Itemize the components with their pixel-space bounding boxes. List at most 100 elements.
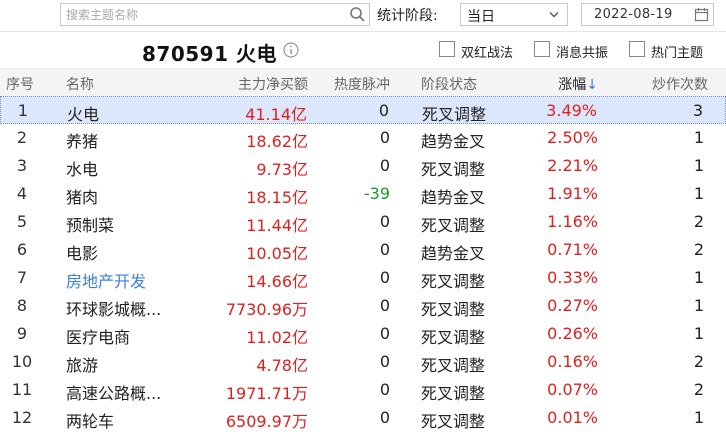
row-heat: -39 (363, 184, 390, 203)
row-name[interactable]: 电影 (66, 240, 98, 264)
row-stage: 死叉调整 (422, 105, 487, 124)
row-count: 1 (693, 156, 704, 175)
row-count: 1 (693, 296, 704, 315)
row-pct: 3.49% (546, 101, 597, 120)
table-row[interactable]: 6 电影 10.05亿 0 趋势金叉 0.71% 2 (0, 236, 726, 264)
row-index: 12 (11, 408, 33, 427)
table-row[interactable]: 5 预制菜 11.44亿 0 死叉调整 1.16% 2 (0, 208, 726, 236)
date-value: 2022-08-19 (594, 7, 673, 22)
header-amount[interactable]: 主力净买额 (238, 74, 308, 94)
row-amount: 18.62亿 (246, 132, 308, 151)
row-count: 2 (693, 212, 704, 231)
row-count: 1 (693, 268, 704, 287)
theme-title-bar: 870591 火电 双红战法 消息共振 热门主题 (0, 32, 726, 68)
row-count: 1 (693, 184, 704, 203)
header-heat[interactable]: 热度脉冲 (334, 74, 390, 94)
table-row[interactable]: 7 房地产开发 14.66亿 0 死叉调整 0.33% 1 (0, 264, 726, 292)
table-row[interactable]: 3 水电 9.73亿 0 死叉调整 2.21% 1 (0, 152, 726, 180)
row-index: 1 (17, 101, 29, 120)
table-row[interactable]: 12 两轮车 6509.97万 0 死叉调整 0.01% 1 (0, 404, 726, 432)
row-amount: 41.14亿 (245, 105, 307, 124)
row-pct: 2.21% (547, 156, 598, 175)
row-amount: 10.05亿 (246, 244, 308, 263)
row-amount: 6509.97万 (225, 412, 308, 431)
stage-select[interactable]: 当日 (460, 3, 568, 26)
row-index: 5 (16, 212, 28, 231)
row-amount: 11.44亿 (246, 216, 308, 235)
row-name[interactable]: 高速公路概... (66, 380, 161, 404)
row-pct: 0.07% (547, 380, 598, 399)
toolbar: 统计阶段: 当日 2022-08-19 (0, 0, 726, 32)
row-heat: 0 (379, 352, 390, 371)
row-stage: 死叉调整 (421, 412, 486, 431)
row-name[interactable]: 预制菜 (66, 212, 114, 236)
row-stage: 死叉调整 (421, 328, 486, 347)
row-name[interactable]: 猪肉 (66, 184, 98, 208)
row-count: 1 (693, 128, 704, 147)
row-stage: 死叉调整 (421, 272, 486, 291)
table-row[interactable]: 11 高速公路概... 1971.71万 0 死叉调整 0.07% 2 (0, 376, 726, 404)
table-row[interactable]: 4 猪肉 18.15亿 -39 趋势金叉 1.91% 1 (0, 180, 726, 208)
row-amount: 11.02亿 (246, 328, 308, 347)
header-count[interactable]: 炒作次数 (652, 74, 708, 94)
row-stage: 死叉调整 (421, 216, 486, 235)
row-name[interactable]: 养猪 (66, 128, 98, 152)
row-stage: 死叉调整 (421, 356, 486, 375)
row-name[interactable]: 房地产开发 (66, 268, 146, 292)
row-heat: 0 (379, 212, 390, 231)
row-pct: 2.50% (547, 128, 598, 147)
row-heat: 0 (379, 296, 390, 315)
theme-title: 870591 火电 (142, 42, 277, 66)
row-count: 2 (693, 380, 704, 399)
row-heat: 0 (379, 324, 390, 343)
header-pct[interactable]: 涨幅↓ (558, 74, 598, 94)
row-name[interactable]: 两轮车 (66, 408, 114, 432)
row-pct: 1.16% (547, 212, 598, 231)
row-name[interactable]: 医疗电商 (66, 324, 130, 348)
table-row[interactable]: 8 环球影城概... 7730.96万 0 死叉调整 0.27% 1 (0, 292, 726, 320)
row-name[interactable]: 旅游 (66, 352, 98, 376)
checkbox-box[interactable] (439, 41, 455, 57)
row-name[interactable]: 水电 (66, 156, 98, 180)
row-amount: 1971.71万 (225, 384, 308, 403)
row-index: 6 (16, 240, 28, 259)
row-name[interactable]: 火电 (67, 101, 99, 125)
table-row[interactable]: 1 火电 41.14亿 0 死叉调整 3.49% 3 (0, 96, 726, 124)
search-input[interactable] (61, 4, 341, 26)
row-stage: 趋势金叉 (421, 244, 486, 263)
stage-label: 统计阶段: (377, 8, 438, 24)
row-amount: 18.15亿 (246, 188, 308, 207)
row-count: 1 (693, 324, 704, 343)
row-heat: 0 (379, 240, 390, 259)
table-row[interactable]: 9 医疗电商 11.02亿 0 死叉调整 0.26% 1 (0, 320, 726, 348)
row-stage: 趋势金叉 (421, 132, 486, 151)
table-row[interactable]: 10 旅游 4.78亿 0 死叉调整 0.16% 2 (0, 348, 726, 376)
calendar-icon[interactable] (694, 7, 709, 22)
row-amount: 7730.96万 (225, 300, 308, 319)
row-stage: 死叉调整 (421, 160, 486, 179)
header-idx[interactable]: 序号 (6, 74, 34, 94)
row-index: 2 (16, 128, 28, 147)
row-stage: 死叉调整 (421, 384, 486, 403)
search-box[interactable] (60, 3, 370, 26)
row-count: 3 (692, 101, 703, 120)
checkbox-box[interactable] (534, 41, 550, 57)
row-pct: 0.71% (547, 240, 598, 259)
row-index: 7 (16, 268, 28, 287)
row-amount: 4.78亿 (256, 356, 308, 375)
date-picker[interactable]: 2022-08-19 (581, 3, 714, 26)
table-row[interactable]: 2 养猪 18.62亿 0 趋势金叉 2.50% 1 (0, 124, 726, 152)
row-pct: 0.16% (547, 352, 598, 371)
row-heat: 0 (379, 156, 390, 175)
row-name[interactable]: 环球影城概... (66, 296, 161, 320)
header-stage[interactable]: 阶段状态 (421, 74, 477, 94)
row-pct: 0.33% (547, 268, 598, 287)
row-amount: 9.73亿 (256, 160, 308, 179)
row-pct: 1.91% (547, 184, 598, 203)
header-name[interactable]: 名称 (66, 74, 94, 94)
info-icon[interactable] (283, 42, 299, 58)
row-pct: 0.27% (547, 296, 598, 315)
search-icon[interactable] (349, 6, 366, 23)
checkbox-box[interactable] (629, 41, 645, 57)
row-amount: 14.66亿 (246, 272, 308, 291)
